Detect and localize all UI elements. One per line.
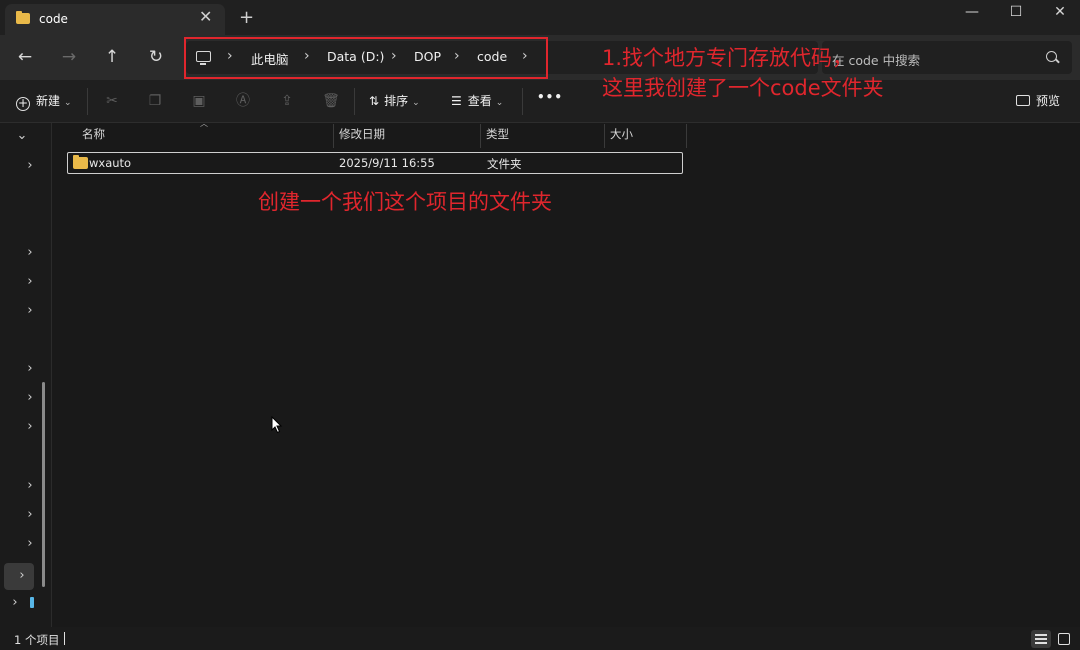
chevron-right-icon[interactable]: › bbox=[454, 48, 460, 64]
column-header-size[interactable]: 大小 bbox=[602, 124, 687, 148]
chevron-right-icon[interactable]: › bbox=[20, 156, 40, 176]
folder-icon bbox=[16, 11, 30, 24]
maximize-button[interactable]: ☐ bbox=[994, 0, 1038, 26]
chevron-right-icon[interactable]: › bbox=[20, 417, 40, 437]
divider bbox=[522, 88, 523, 115]
breadcrumb-dop[interactable]: DOP bbox=[414, 49, 441, 64]
chevron-right-icon[interactable]: › bbox=[20, 388, 40, 408]
chevron-right-icon[interactable]: › bbox=[5, 593, 25, 613]
computer-icon bbox=[196, 51, 211, 65]
chevron-down-icon: ⌄ bbox=[64, 98, 72, 108]
chevron-down-icon: ⌄ bbox=[412, 98, 420, 108]
preview-label: 预览 bbox=[1036, 94, 1061, 108]
paste-icon[interactable]: ▣ bbox=[190, 92, 208, 110]
file-type: 文件夹 bbox=[487, 157, 522, 171]
annotation-line-2: 这里我创建了一个code文件夹 bbox=[602, 76, 884, 100]
drive-icon bbox=[30, 597, 34, 608]
up-button[interactable]: ↑ bbox=[99, 45, 125, 71]
divider bbox=[354, 88, 355, 115]
chevron-right-icon[interactable]: › bbox=[20, 243, 40, 263]
tiles-view-icon bbox=[1058, 633, 1070, 645]
view-button[interactable]: ☰ 查看 ⌄ bbox=[451, 92, 503, 109]
chevron-right-icon[interactable]: › bbox=[20, 505, 40, 525]
status-divider bbox=[64, 632, 65, 645]
more-options-button[interactable]: ••• bbox=[537, 90, 563, 104]
close-button[interactable]: ✕ bbox=[1038, 0, 1080, 26]
nav-scrollbar[interactable] bbox=[42, 382, 45, 587]
sort-label: 排序 bbox=[384, 94, 409, 108]
mouse-cursor-icon bbox=[271, 416, 283, 434]
sort-icon: ⇅ bbox=[369, 94, 380, 108]
tiles-view-button[interactable] bbox=[1054, 630, 1074, 648]
file-modified: 2025/9/11 16:55 bbox=[339, 156, 435, 170]
chevron-right-icon[interactable]: › bbox=[20, 272, 40, 292]
folder-icon bbox=[73, 155, 88, 169]
breadcrumb-data-drive[interactable]: Data (D:) bbox=[327, 49, 384, 64]
minimize-button[interactable]: — bbox=[950, 0, 994, 26]
item-count: 1 个项目 bbox=[14, 633, 60, 647]
breadcrumb-code[interactable]: code bbox=[477, 49, 507, 64]
new-button[interactable]: + 新建 ⌄ bbox=[16, 92, 72, 111]
chevron-right-icon[interactable]: › bbox=[20, 534, 40, 554]
annotation-line-3: 创建一个我们这个项目的文件夹 bbox=[258, 190, 552, 214]
chevron-right-icon[interactable]: › bbox=[391, 48, 397, 64]
tab-close-icon[interactable]: ✕ bbox=[199, 9, 212, 25]
details-view-line bbox=[1035, 638, 1047, 640]
refresh-button[interactable]: ↻ bbox=[143, 45, 169, 71]
chevron-right-icon[interactable]: › bbox=[20, 476, 40, 496]
sort-button[interactable]: ⇅ 排序 ⌄ bbox=[369, 92, 420, 109]
title-bar: code ✕ + — ☐ ✕ bbox=[0, 0, 1080, 35]
share-icon[interactable]: ⇪ bbox=[278, 92, 296, 110]
rename-icon[interactable]: Ⓐ bbox=[234, 92, 252, 110]
plus-circle-icon: + bbox=[16, 96, 30, 111]
navigation-bar: ← → ↑ ↻ › 此电脑 › Data (D:) › DOP › code ›… bbox=[0, 35, 1080, 80]
view-label: 查看 bbox=[467, 94, 492, 108]
breadcrumb-this-pc[interactable]: 此电脑 bbox=[251, 49, 289, 68]
cut-icon[interactable]: ✂ bbox=[103, 92, 121, 110]
delete-icon[interactable]: 🗑 bbox=[322, 92, 340, 110]
chevron-right-icon[interactable]: › bbox=[522, 48, 528, 64]
column-header-modified[interactable]: 修改日期 bbox=[331, 124, 481, 148]
preview-button[interactable]: 预览 bbox=[1016, 92, 1060, 109]
back-button[interactable]: ← bbox=[12, 45, 38, 71]
copy-icon[interactable]: ❐ bbox=[146, 92, 164, 110]
column-header-type[interactable]: 类型 bbox=[478, 124, 605, 148]
details-view-button[interactable] bbox=[1031, 630, 1051, 648]
navigation-pane: ⌄ › › › › › › › › › › › › bbox=[0, 123, 52, 627]
chevron-down-icon: ⌄ bbox=[495, 98, 504, 108]
status-bar: 1 个项目 bbox=[0, 627, 1080, 650]
tab-title: code bbox=[39, 12, 68, 26]
new-tab-button[interactable]: + bbox=[239, 9, 254, 27]
chevron-right-icon[interactable]: › bbox=[12, 566, 32, 586]
chevron-right-icon[interactable]: › bbox=[20, 359, 40, 379]
view-icon: ☰ bbox=[451, 94, 462, 108]
column-header-name[interactable]: 名称 bbox=[74, 124, 334, 148]
annotation-line-1: 1.找个地方专门存放代码， bbox=[602, 46, 854, 70]
command-toolbar: + 新建 ⌄ ✂ ❐ ▣ Ⓐ ⇪ 🗑 ⇅ 排序 ⌄ ☰ 查看 ⌄ ••• 预览 bbox=[0, 80, 1080, 123]
forward-button[interactable]: → bbox=[56, 45, 82, 71]
chevron-right-icon[interactable]: › bbox=[304, 48, 310, 64]
preview-pane-icon bbox=[1016, 95, 1030, 106]
table-row[interactable]: wxauto 2025/9/11 16:55 文件夹 bbox=[67, 152, 683, 174]
new-label: 新建 bbox=[36, 94, 61, 108]
tab-code[interactable]: code ✕ bbox=[5, 4, 225, 35]
divider bbox=[87, 88, 88, 115]
chevron-right-icon[interactable]: › bbox=[227, 48, 233, 64]
chevron-down-icon[interactable]: ⌄ bbox=[12, 126, 32, 146]
search-box[interactable]: 在 code 中搜索 bbox=[822, 41, 1072, 74]
chevron-right-icon[interactable]: › bbox=[20, 301, 40, 321]
search-icon[interactable] bbox=[1046, 51, 1057, 62]
file-name: wxauto bbox=[89, 156, 132, 170]
